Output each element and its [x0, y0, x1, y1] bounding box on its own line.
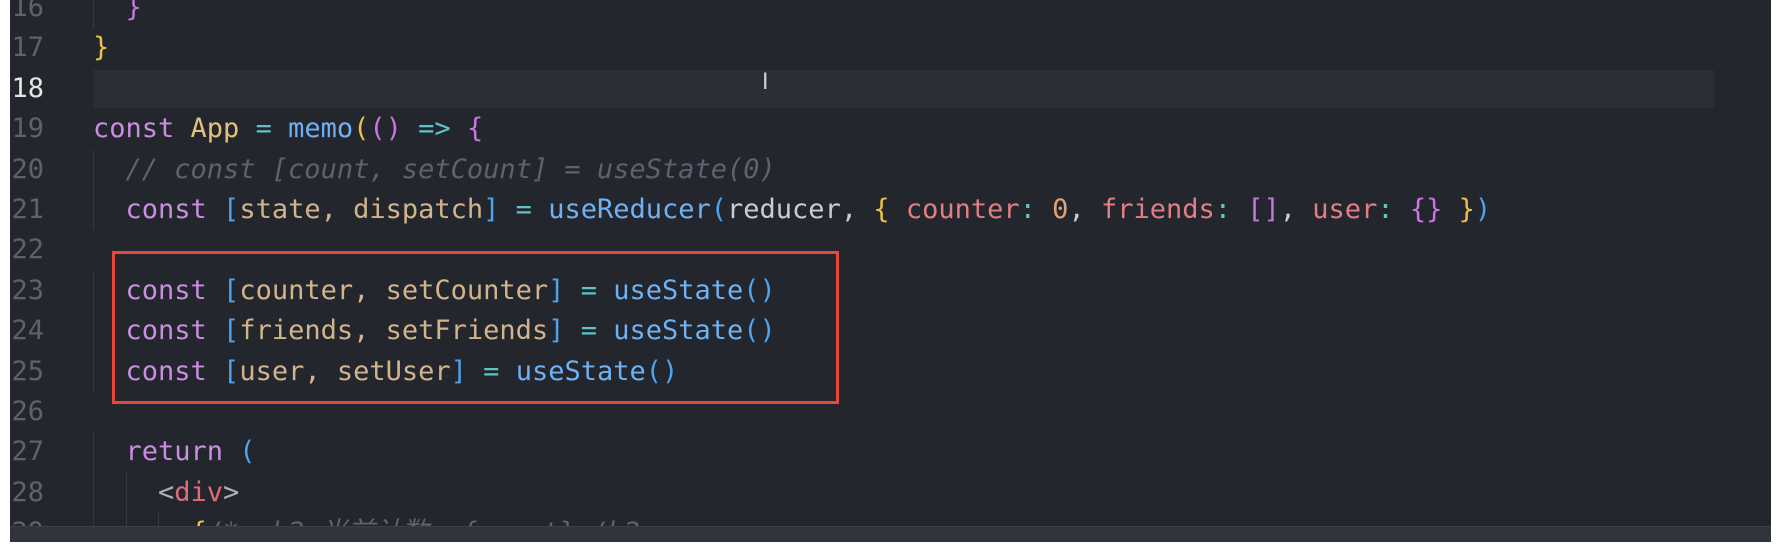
indent-guide [93, 351, 94, 392]
code-token: div [174, 476, 224, 508]
indent-guide [93, 432, 94, 473]
code-token: { [191, 517, 207, 526]
code-line[interactable]: 18 [10, 69, 1771, 109]
code-token: return [125, 436, 240, 468]
code-token: /* <h2>当前计数: {count}</h2> [207, 517, 656, 526]
code-token: ] [483, 193, 500, 225]
code-line[interactable]: 19 const App = memo(() => { [10, 109, 1771, 149]
code-token: } [93, 32, 110, 64]
code-text: // const [count, setCount] = useState(0) [126, 150, 776, 190]
code-token: ) [1474, 193, 1492, 225]
code-token: useReducer [548, 193, 711, 225]
code-token: state, dispatch [239, 193, 484, 225]
line-number: 21 [11, 193, 44, 225]
code-token: // const [count, setCount] = useState(0) [125, 153, 776, 185]
code-text: const [state, dispatch] = useReducer(red… [126, 190, 1492, 230]
code-token: friends [1100, 193, 1215, 225]
code-token: : [1214, 193, 1248, 225]
code-text: } [126, 0, 142, 28]
line-number: 28 [11, 476, 44, 508]
code-token: ( [239, 436, 256, 468]
red-highlight-box [112, 251, 839, 404]
line-number: 23 [11, 274, 44, 306]
code-token: , [1068, 193, 1101, 225]
code-token: counter [889, 193, 1020, 225]
line-number: 22 [11, 234, 44, 266]
code-text: const App = memo(() => { [93, 109, 483, 149]
code-line[interactable]: 17} [10, 28, 1771, 68]
code-token: const [125, 193, 224, 225]
code-token: ( [710, 193, 728, 225]
code-token: 0 [1052, 193, 1069, 225]
horizontal-scrollbar[interactable] [10, 526, 1771, 542]
line-number: 17 [11, 32, 44, 64]
code-token: user [1312, 193, 1378, 225]
code-text: {/* <h2>当前计数: {count}</h2> [191, 513, 657, 526]
code-token: [ [223, 193, 240, 225]
code-token: const [93, 113, 191, 145]
code-token: ( [353, 113, 370, 145]
code-editor[interactable]: 16} 17} 18 19 const App = memo(() => {20// c… [10, 0, 1771, 526]
code-token: , [1279, 193, 1313, 225]
indent-guide [93, 513, 94, 526]
code-token: : [1377, 193, 1410, 225]
line-number: 27 [11, 436, 44, 468]
line-number: 26 [11, 395, 44, 427]
code-token: { [873, 193, 890, 225]
code-token: memo [288, 113, 354, 145]
indent-guide [93, 472, 94, 514]
code-token: < [158, 476, 175, 508]
code-text: return ( [126, 432, 256, 472]
code-token: = [239, 113, 289, 145]
code-token: reducer, [727, 193, 874, 225]
code-token: [] [1247, 193, 1280, 225]
code-text: } [93, 28, 109, 68]
code-line[interactable]: 16} [10, 0, 1771, 29]
code-line[interactable]: 27 return ( [10, 432, 1771, 473]
indent-guide [158, 513, 159, 526]
code-token: > [223, 476, 240, 508]
line-number: 19 [11, 113, 44, 145]
indent-guide [125, 472, 127, 514]
code-token: {} [1409, 193, 1443, 225]
code-token: : [1019, 193, 1053, 225]
indent-guide [93, 311, 94, 352]
code-line[interactable]: 21 const [state, dispatch] = useReducer(r… [10, 189, 1771, 231]
indent-guide [125, 513, 127, 526]
code-token: () [369, 113, 402, 145]
code-line[interactable]: 20 // const [count, setCount] = useState(… [10, 149, 1771, 190]
i-beam-cursor-icon: I [762, 70, 769, 95]
indent-guide [93, 0, 94, 29]
code-token: = [499, 193, 549, 225]
code-token: App [190, 113, 240, 145]
code-text: <div> [158, 473, 239, 513]
code-token: } [125, 0, 142, 23]
code-token: } [1442, 193, 1475, 225]
line-number: 25 [11, 355, 44, 387]
code-line[interactable]: 28 <div> [10, 472, 1771, 514]
code-token: { [466, 113, 484, 145]
code-token: => [401, 113, 467, 145]
indent-guide [93, 189, 94, 231]
line-number: 29 [10, 513, 44, 526]
line-number: 24 [11, 315, 44, 347]
indent-guide [93, 149, 94, 190]
line-number: 16 [11, 0, 44, 23]
code-line[interactable]: 29 {/* <h2>当前计数: {count}</h2> [10, 513, 1771, 526]
indent-guide [93, 270, 94, 312]
line-number: 20 [11, 153, 44, 185]
line-number: 18 [11, 72, 44, 104]
